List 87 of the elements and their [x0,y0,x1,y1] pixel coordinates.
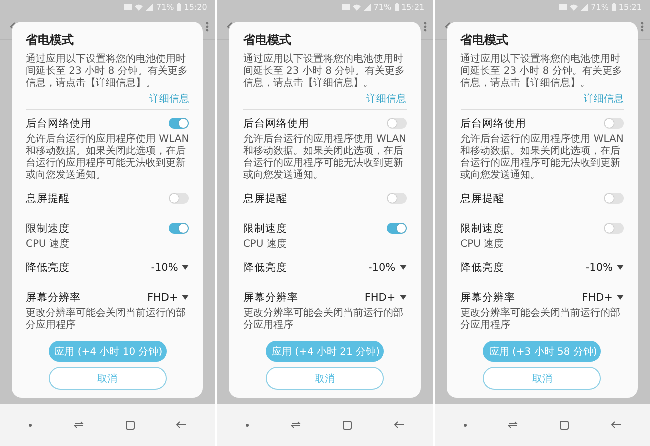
dot-icon [246,424,250,426]
toggle-switch[interactable] [169,223,190,234]
back-icon [611,421,622,429]
signal-icon [146,4,154,10]
toggle-switch[interactable] [604,118,624,130]
cancel-button[interactable]: 取消 [48,367,167,390]
toggle-switch[interactable] [386,193,407,204]
message-icon [559,4,568,10]
home-icon [342,420,352,430]
recent-apps-icon [508,421,518,429]
setting-label: 限制速度 [460,222,505,236]
setting-label: 降低亮度 [460,260,505,275]
apply-button[interactable]: 应用 (+4 小时 10 分钟) [48,340,167,362]
dropdown-arrow-icon [182,265,190,270]
wifi-icon [352,4,361,10]
more-options-icon [640,22,644,32]
battery-icon [394,3,399,11]
battery-icon [177,3,182,11]
setting-label: 后台网络使用 [460,116,527,131]
toggle-switch[interactable] [386,118,407,130]
wifi-icon [570,4,578,10]
dropdown[interactable]: FHD+ [148,292,190,304]
dropdown-arrow-icon [400,295,407,300]
setting-label: 息屏提醒 [26,192,70,206]
dropdown[interactable]: -10% [368,262,407,274]
setting-label: 降低亮度 [26,260,70,275]
dropdown-arrow-icon [616,295,624,300]
toggle-switch[interactable] [386,223,407,234]
dropdown[interactable]: FHD+ [582,292,624,304]
setting-description: 更改分辨率可能会关闭当前运行的部分应用程序 [460,308,622,332]
more-options-icon [424,22,427,32]
dialog-title: 省电模式 [460,32,510,49]
dot-icon [464,424,467,426]
setting-description: 更改分辨率可能会关闭当前运行的部分应用程序 [26,308,187,332]
setting-description: 允许后台运行的应用程序使用 WLAN 和移动数据。如果关闭此选项，在后台运行的应用程序可能无法收到更新或向您发送通知。 [26,134,190,182]
dropdown[interactable]: -10% [586,262,624,274]
details-link[interactable]: 详细信息 [366,92,407,106]
back-icon [176,421,186,429]
recent-apps-icon [291,421,302,429]
apply-button[interactable]: 应用 (+4 小时 21 分钟) [266,340,384,362]
setting-description: 更改分辨率可能会关闭当前运行的部分应用程序 [243,308,404,332]
dropdown-arrow-icon [400,265,407,270]
setting-label: 息屏提醒 [460,192,505,206]
back-icon [394,421,404,429]
toggle-switch[interactable] [169,118,190,130]
setting-label: 屏幕分辨率 [243,290,298,305]
recent-apps-icon [74,421,84,429]
cancel-button[interactable]: 取消 [266,367,384,390]
setting-label: 限制速度 [243,222,288,236]
dialog-description: 通过应用以下设置将您的电池使用时间延长至 23 小时 8 分钟。有关更多信息，请点击【详细信息】。 [243,54,406,90]
toggle-switch[interactable] [604,193,624,204]
setting-label: 息屏提醒 [243,192,288,206]
dialog-description: 通过应用以下设置将您的电池使用时间延长至 23 小时 8 分钟。有关更多信息，请点击【详细信息】。 [26,54,189,90]
home-icon [126,420,135,430]
setting-description: CPU 速度 [26,238,71,251]
signal-icon [581,4,588,10]
setting-description: CPU 速度 [460,238,506,251]
message-icon [124,4,132,10]
dropdown-arrow-icon [616,265,624,270]
wifi-icon [135,4,144,10]
setting-label: 屏幕分辨率 [26,290,81,305]
message-icon [342,4,350,10]
battery-icon [612,3,616,11]
dropdown[interactable]: FHD+ [364,292,407,304]
signal-icon [364,4,371,10]
setting-label: 降低亮度 [243,260,288,275]
toggle-switch[interactable] [169,193,190,204]
dropdown[interactable]: -10% [151,262,190,274]
details-link[interactable]: 详细信息 [584,92,624,106]
cancel-button[interactable]: 取消 [483,367,602,390]
dialog-title: 省电模式 [26,32,75,49]
setting-label: 屏幕分辨率 [460,290,516,305]
toggle-switch[interactable] [604,223,624,234]
dialog-description: 通过应用以下设置将您的电池使用时间延长至 23 小时 8 分钟。有关更多信息，请点击【详细信息】。 [460,54,624,90]
dialog-title: 省电模式 [243,32,292,49]
home-icon [560,420,570,430]
setting-description: CPU 速度 [243,238,288,251]
setting-description: 允许后台运行的应用程序使用 WLAN 和移动数据。如果关闭此选项，在后台运行的应用程序可能无法收到更新或向您发送通知。 [243,134,407,182]
setting-description: 允许后台运行的应用程序使用 WLAN 和移动数据。如果关闭此选项，在后台运行的应用程序可能无法收到更新或向您发送通知。 [460,134,624,182]
setting-label: 后台网络使用 [26,116,92,131]
more-options-icon [206,22,210,32]
setting-label: 限制速度 [26,222,70,236]
details-link[interactable]: 详细信息 [149,92,190,106]
setting-label: 后台网络使用 [243,116,310,131]
dropdown-arrow-icon [182,295,190,300]
apply-button[interactable]: 应用 (+3 小时 58 分钟) [483,340,602,362]
dot-icon [28,424,32,426]
